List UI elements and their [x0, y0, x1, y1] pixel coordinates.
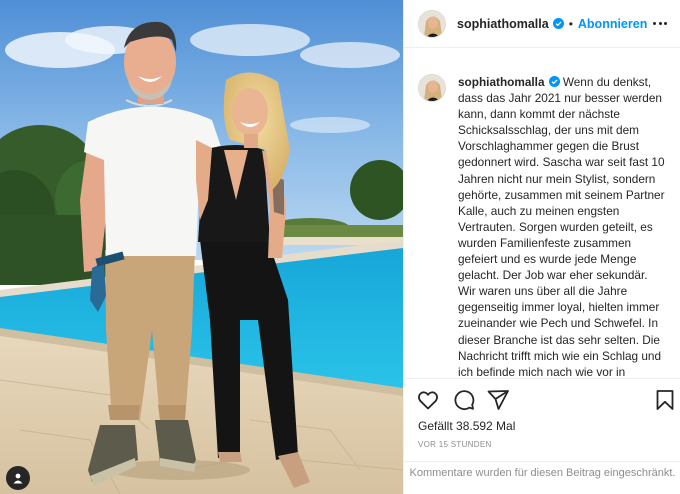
post-actions: Gefällt 38.592 Mal VOR 15 STUNDEN Kommen…	[404, 378, 680, 494]
user-tag-button[interactable]	[6, 466, 30, 490]
follow-button[interactable]: Abonnieren	[578, 17, 647, 31]
caption-text: Wenn du denkst, dass das Jahr 2021 nur b…	[458, 75, 665, 378]
verified-badge-icon	[548, 76, 560, 87]
share-icon	[487, 390, 509, 410]
comment-icon	[454, 390, 475, 411]
post-timestamp[interactable]: VOR 15 STUNDEN	[418, 440, 492, 449]
verified-badge-icon	[552, 17, 564, 29]
post-sidebar: sophiathomalla • Abonnieren sophiathomal…	[403, 0, 680, 494]
comment-button[interactable]	[452, 388, 476, 412]
post-header: sophiathomalla • Abonnieren	[404, 0, 680, 48]
avatar-image	[419, 10, 445, 37]
likes-count[interactable]: Gefällt 38.592 Mal	[418, 419, 515, 433]
heart-icon	[418, 391, 438, 410]
bookmark-icon	[656, 390, 674, 410]
user-tag-icon	[13, 473, 23, 484]
more-options-button[interactable]	[651, 14, 669, 32]
save-button[interactable]	[653, 388, 677, 412]
header-username-text[interactable]: sophiathomalla	[457, 17, 549, 31]
post-photo-image	[0, 0, 403, 494]
separator-dot: •	[568, 16, 573, 31]
caption: sophiathomalla Wenn du denkst, dass das …	[458, 74, 667, 378]
comments-disabled-notice: Kommentare wurden für diesen Beitrag ein…	[404, 461, 680, 494]
like-button[interactable]	[416, 388, 440, 412]
post-photo[interactable]	[0, 0, 403, 494]
caption-avatar-image	[419, 75, 445, 101]
share-button[interactable]	[486, 388, 510, 412]
caption-avatar[interactable]	[418, 74, 446, 102]
header-username[interactable]: sophiathomalla	[457, 17, 564, 31]
avatar[interactable]	[418, 9, 446, 38]
more-options-icon	[652, 21, 656, 25]
caption-area: sophiathomalla Wenn du denkst, dass das …	[404, 48, 680, 378]
action-bar	[416, 388, 674, 412]
caption-username[interactable]: sophiathomalla	[458, 75, 545, 89]
